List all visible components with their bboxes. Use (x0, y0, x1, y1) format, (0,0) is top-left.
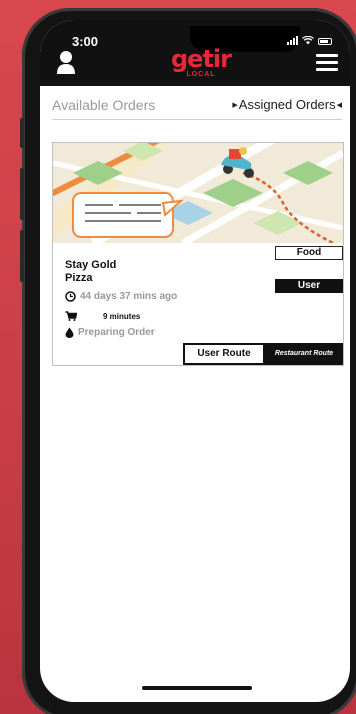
store-name: Stay Gold Pizza (65, 259, 116, 285)
user-icon[interactable] (56, 50, 76, 74)
eta-text: 9 minutes (103, 311, 141, 321)
category-badge: Food (275, 246, 343, 260)
eta-row: 9 minutes (65, 311, 140, 321)
triangle-right-icon: ▶ (232, 101, 238, 109)
app-header: 3:00 getir LOCAL (40, 20, 350, 86)
phone-side-button (20, 230, 24, 282)
status-time: 3:00 (72, 34, 99, 49)
tab-available-orders[interactable]: Available Orders (52, 97, 155, 113)
phone-screen: 3:00 getir LOCAL Available Orders ▶ Assi… (40, 20, 350, 702)
hamburger-menu-icon[interactable] (316, 54, 338, 72)
tab-assigned-label: Assigned Orders (238, 97, 336, 112)
status-icons (287, 36, 332, 45)
home-indicator[interactable] (142, 686, 252, 690)
elapsed-time-row: 44 days 37 mins ago (65, 291, 177, 302)
clock-icon (65, 291, 76, 302)
order-status: Preparing Order (78, 327, 155, 338)
store-name-line2: Pizza (65, 272, 93, 284)
drop-icon (65, 327, 74, 338)
user-route-button[interactable]: User Route (183, 343, 265, 365)
order-tabs: Available Orders ▶ Assigned Orders ◀ (52, 94, 342, 120)
phone-side-button (20, 118, 24, 148)
tab-assigned-orders[interactable]: ▶ Assigned Orders ◀ (232, 97, 342, 112)
phone-side-button (20, 168, 24, 220)
cart-icon (65, 311, 77, 321)
store-name-line1: Stay Gold (65, 259, 117, 271)
wifi-icon (302, 36, 314, 45)
signal-icon (287, 36, 298, 45)
logo-wordmark: getir (171, 45, 232, 73)
order-card[interactable]: Food User Stay Gold Pizza 44 days 37 min… (52, 142, 344, 366)
delivery-map-illustration (53, 143, 343, 243)
triangle-left-icon: ◀ (336, 101, 342, 109)
restaurant-route-button[interactable]: Restaurant Route (265, 343, 343, 365)
battery-icon (318, 38, 332, 45)
elapsed-time: 44 days 37 mins ago (80, 291, 178, 302)
role-badge: User (275, 279, 343, 293)
order-status-row: Preparing Order (65, 327, 155, 338)
getir-local-logo[interactable]: getir LOCAL (164, 45, 238, 78)
